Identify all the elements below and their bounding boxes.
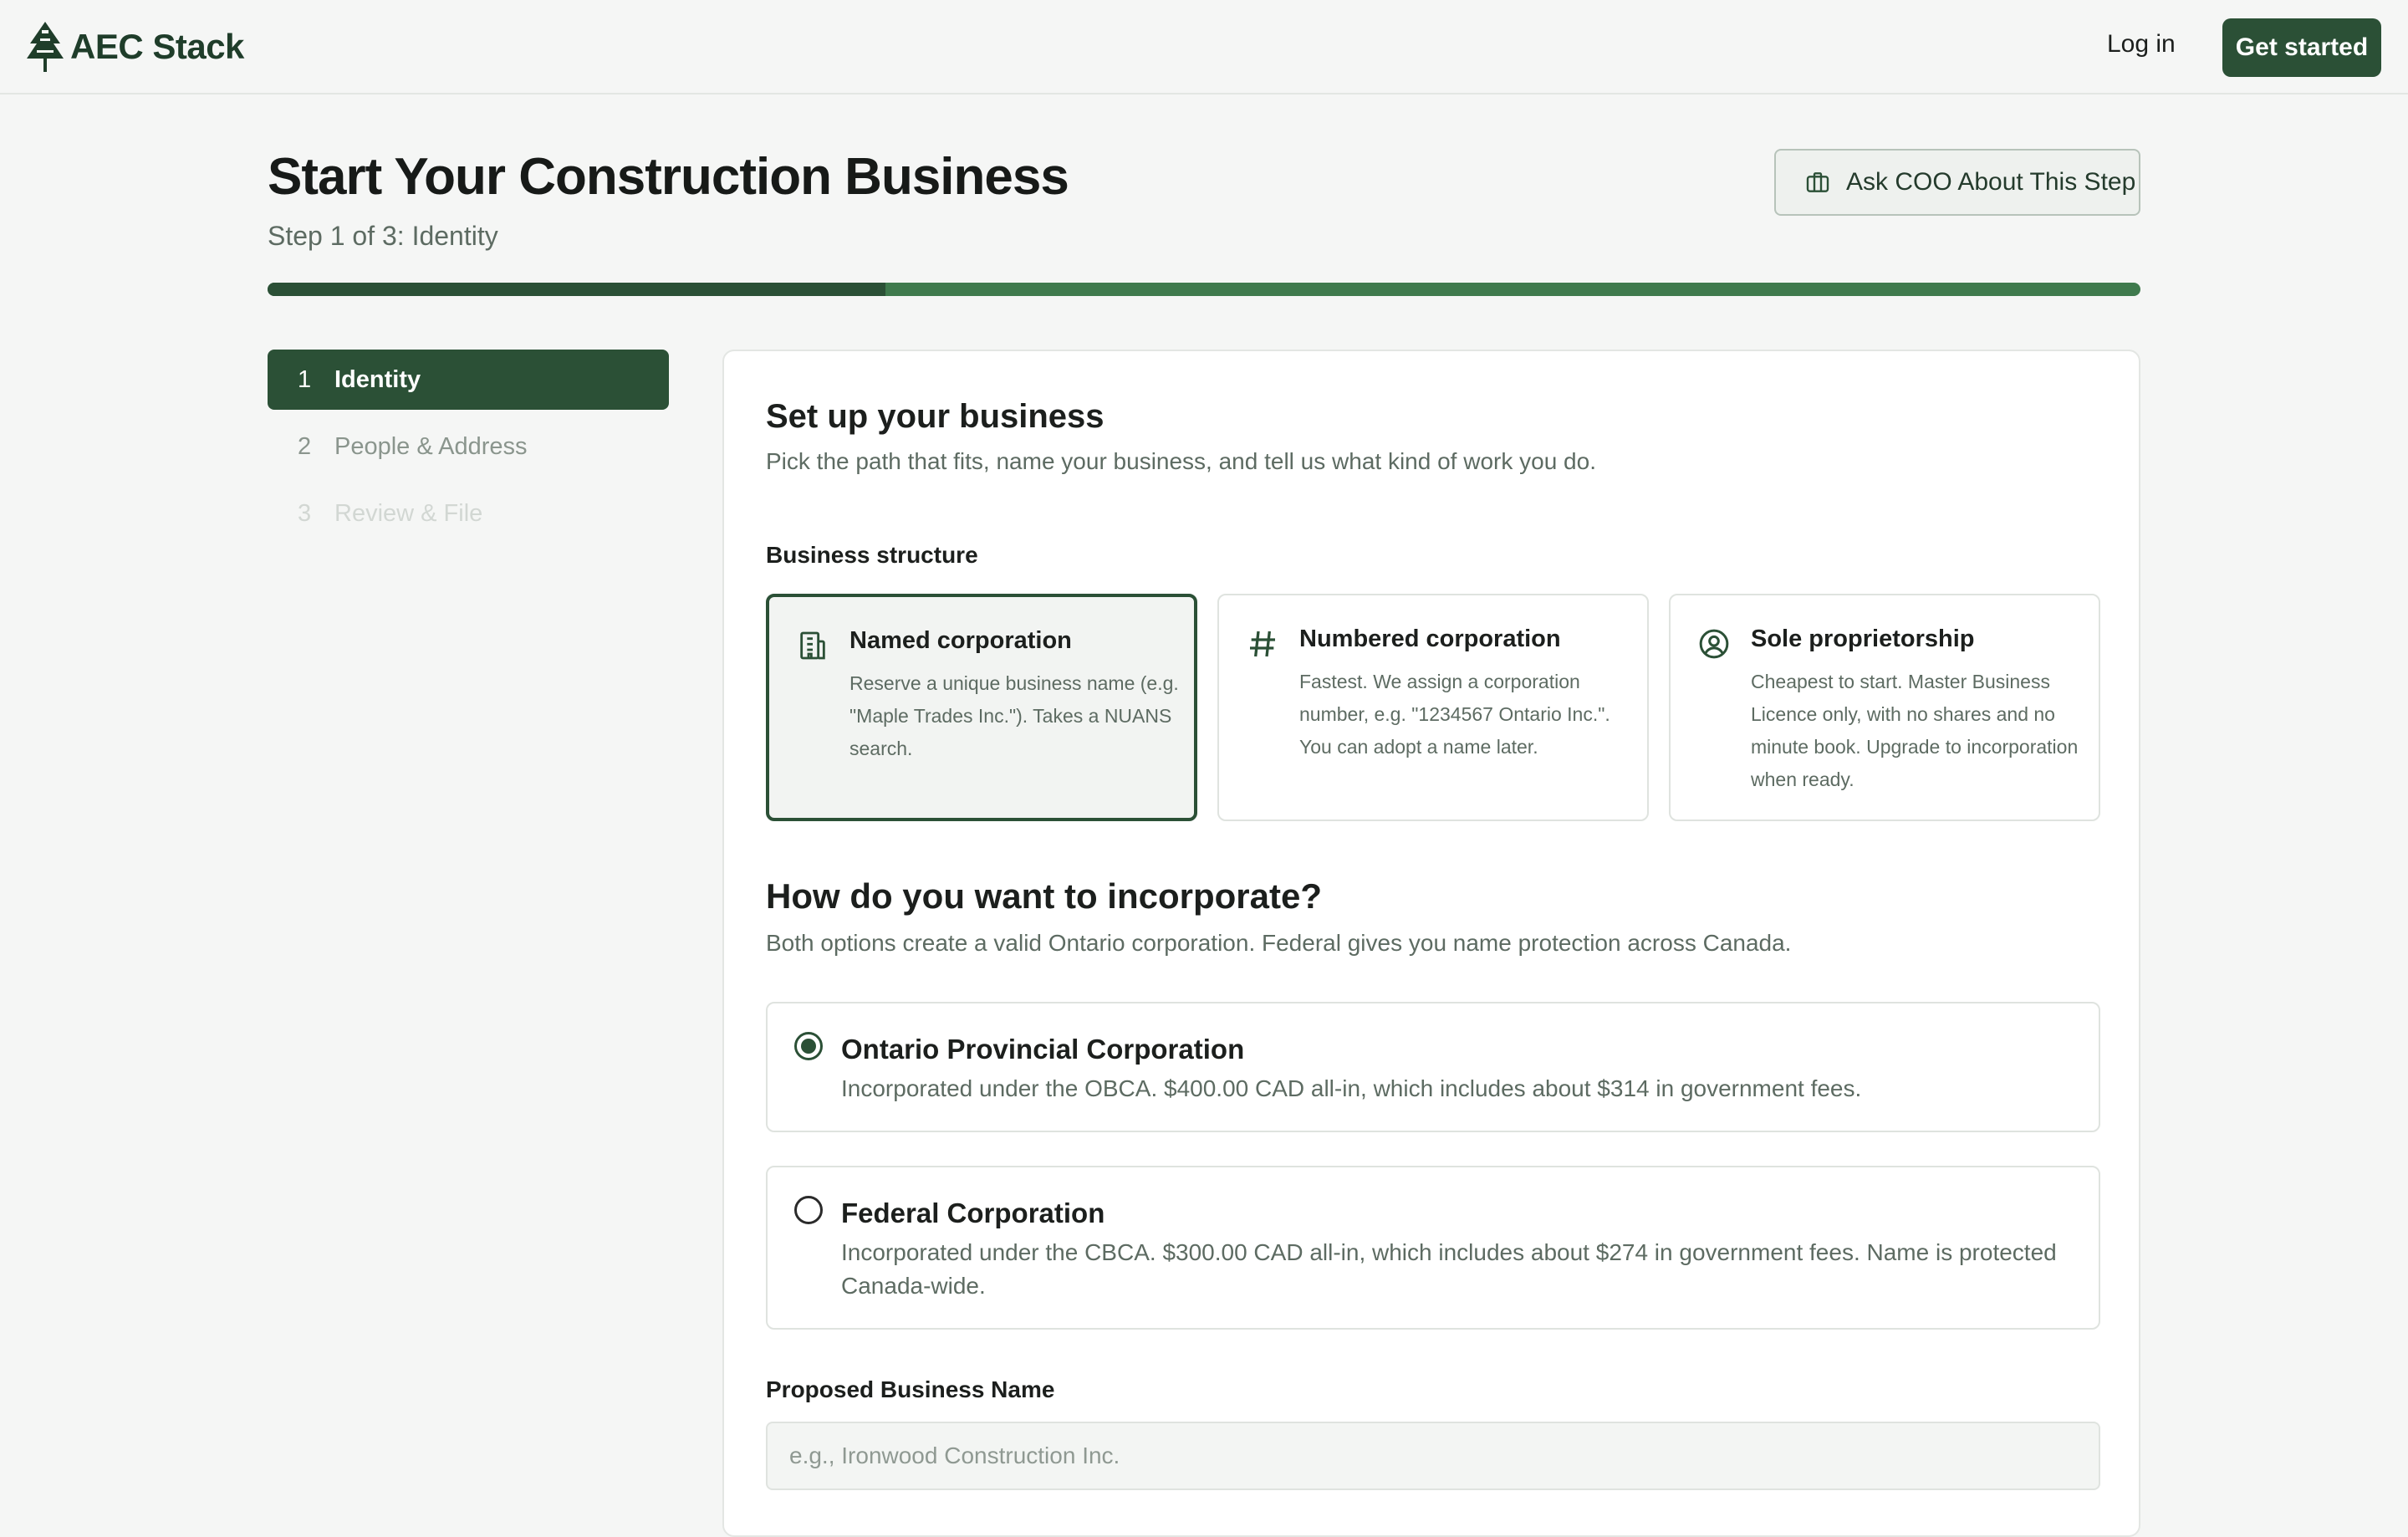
- option-description: Reserve a unique business name (e.g. "Ma…: [849, 672, 1179, 759]
- business-name-input[interactable]: [766, 1422, 2100, 1490]
- option-title: Numbered corporation: [1299, 626, 1561, 652]
- logo[interactable]: AEC Stack: [25, 20, 244, 74]
- ask-coo-button[interactable]: Ask COO About This Step: [1774, 149, 2140, 216]
- step-sidebar: 1 Identity 2 People & Address 3 Review &…: [268, 350, 669, 550]
- option-title: Named corporation: [849, 627, 1072, 654]
- form-subtitle: Pick the path that fits, name your busin…: [766, 448, 1596, 474]
- incorporate-subtitle: Both options create a valid Ontario corp…: [766, 930, 1792, 956]
- user-circle-icon: [1699, 629, 1729, 659]
- progress-bar: [268, 283, 2140, 296]
- step-number: 2: [298, 432, 312, 460]
- option-sole-proprietorship[interactable]: Sole proprietorship Cheapest to start. M…: [1669, 594, 2100, 821]
- step-number: 1: [298, 365, 312, 393]
- login-link[interactable]: Log in: [2107, 30, 2176, 59]
- step-label: People & Address: [334, 432, 528, 460]
- get-started-button[interactable]: Get started: [2222, 18, 2381, 77]
- setup-form-card: Set up your business Pick the path that …: [722, 350, 2140, 1537]
- sidebar-step-identity[interactable]: 1 Identity: [268, 350, 669, 410]
- business-structure-label: Business structure: [766, 542, 978, 568]
- option-title: Sole proprietorship: [1751, 626, 1975, 652]
- form-title: Set up your business: [766, 398, 1105, 435]
- progress-bar-fill: [268, 283, 886, 296]
- top-navigation-bar: AEC Stack Log in Get started: [0, 0, 2408, 94]
- business-name-label: Proposed Business Name: [766, 1376, 1055, 1402]
- radio-federal-corporation[interactable]: Federal Corporation Incorporated under t…: [766, 1166, 2100, 1330]
- option-numbered-corporation[interactable]: Numbered corporation Fastest. We assign …: [1217, 594, 1649, 821]
- radio-title: Federal Corporation: [841, 1197, 1105, 1228]
- step-indicator: Step 1 of 3: Identity: [268, 221, 498, 251]
- radio-title: Ontario Provincial Corporation: [841, 1034, 1245, 1065]
- radio-ontario-provincial[interactable]: Ontario Provincial Corporation Incorpora…: [766, 1002, 2100, 1132]
- logo-text: AEC Stack: [70, 27, 244, 66]
- logo-icon: [27, 22, 64, 72]
- page-title: Start Your Construction Business: [268, 148, 1069, 206]
- ask-coo-label: Ask COO About This Step: [1846, 168, 2136, 196]
- briefcase-icon: [1806, 172, 1829, 192]
- radio-button-selected[interactable]: [794, 1032, 823, 1060]
- hash-icon: [1250, 631, 1275, 657]
- radio-button[interactable]: [794, 1196, 823, 1224]
- step-label: Review & File: [334, 499, 483, 527]
- option-named-corporation[interactable]: Named corporation Reserve a unique busin…: [766, 594, 1197, 821]
- step-label: Identity: [334, 365, 421, 393]
- option-description: Cheapest to start. Master Business Licen…: [1751, 671, 2079, 790]
- option-description: Fastest. We assign a corporation number,…: [1299, 671, 1610, 758]
- step-number: 3: [298, 499, 312, 527]
- sidebar-step-review-file: 3 Review & File: [268, 483, 669, 544]
- incorporate-heading: How do you want to incorporate?: [766, 876, 1322, 916]
- radio-description: Incorporated under the CBCA. $300.00 CAD…: [841, 1239, 2057, 1299]
- sidebar-step-people-address[interactable]: 2 People & Address: [268, 416, 669, 477]
- radio-description: Incorporated under the OBCA. $400.00 CAD…: [841, 1075, 1862, 1101]
- building-icon: [800, 631, 825, 660]
